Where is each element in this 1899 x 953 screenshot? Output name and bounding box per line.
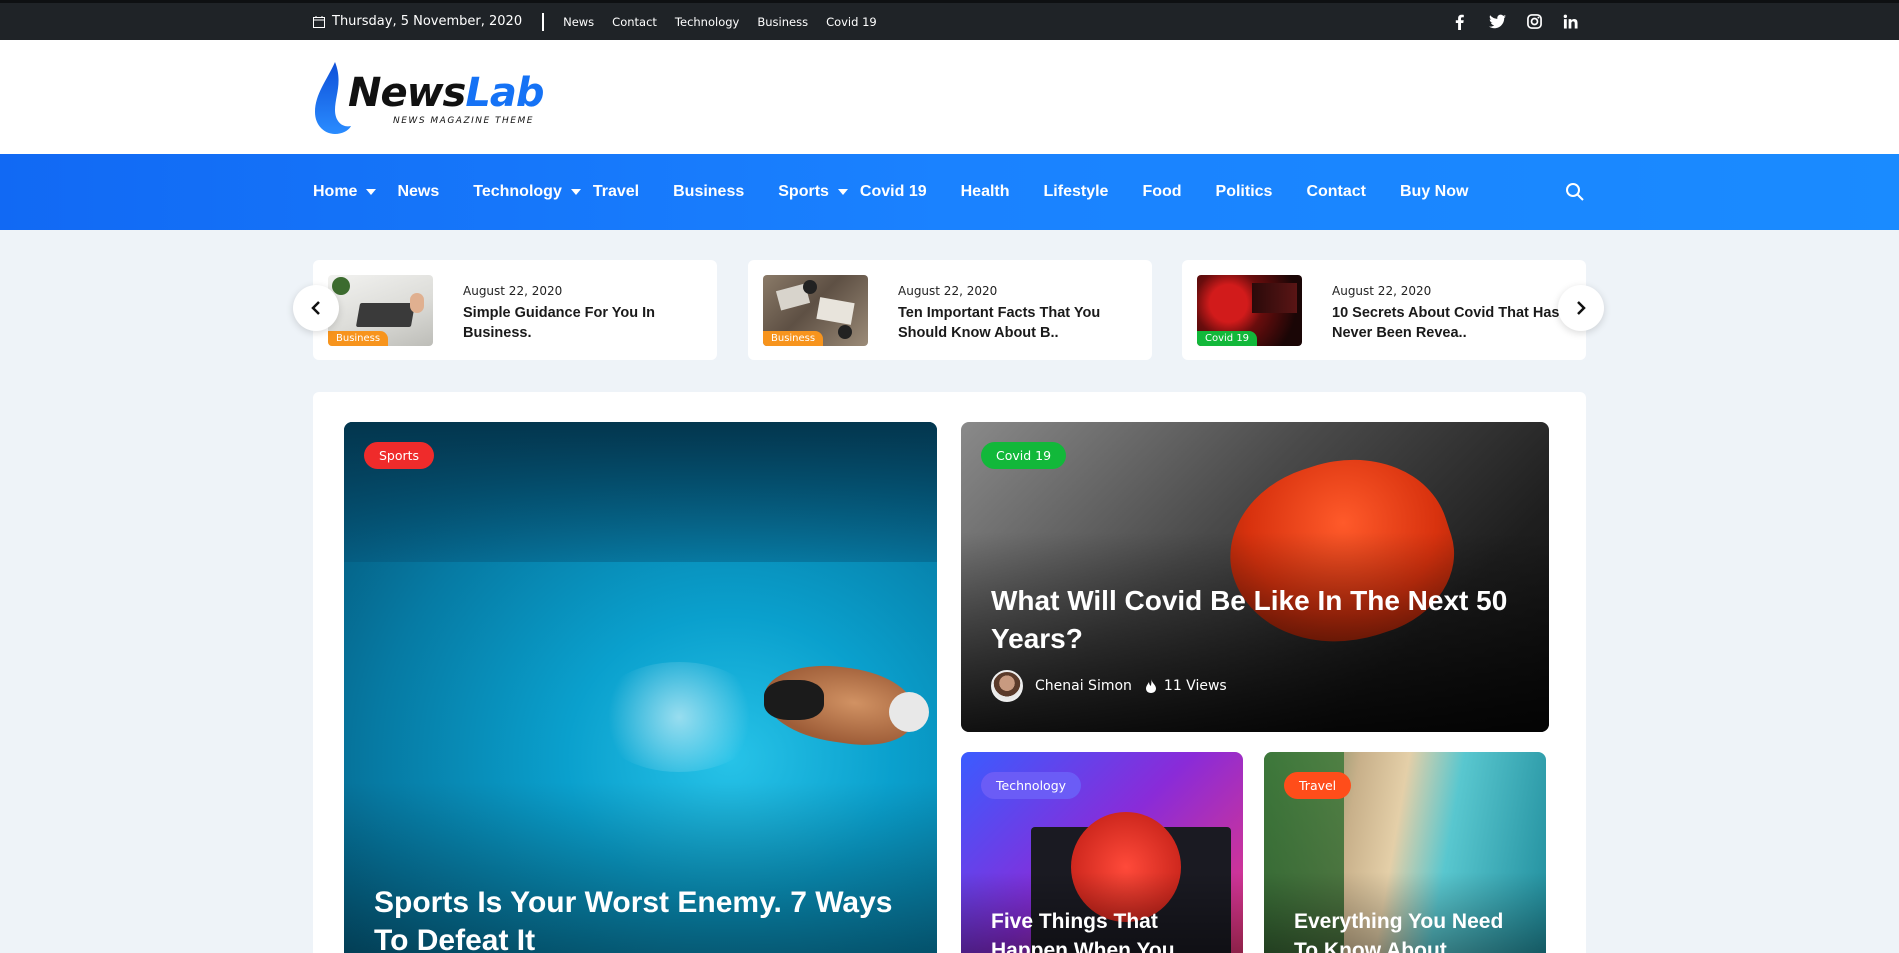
featured-post-top[interactable]: Covid 19 What Will Covid Be Like In The … bbox=[961, 422, 1549, 732]
twitter-icon[interactable] bbox=[1489, 14, 1506, 30]
chevron-right-icon bbox=[1577, 301, 1586, 315]
flame-icon bbox=[1145, 679, 1156, 693]
nav-item-travel[interactable]: Travel bbox=[593, 183, 639, 201]
card-thumbnail: Business bbox=[328, 275, 433, 346]
category-pill[interactable]: Covid 19 bbox=[981, 442, 1067, 469]
nav-item-news[interactable]: News bbox=[397, 183, 439, 201]
nav-item-business[interactable]: Business bbox=[673, 183, 744, 201]
category-pill[interactable]: Technology bbox=[981, 772, 1082, 799]
category-badge[interactable]: Business bbox=[763, 331, 824, 346]
nav-item-buy-now[interactable]: Buy Now bbox=[1400, 183, 1468, 201]
top-link-contact[interactable]: Contact bbox=[612, 15, 657, 29]
featured-title[interactable]: Sports Is Your Worst Enemy. 7 Ways To Def… bbox=[374, 884, 892, 953]
calendar-icon bbox=[313, 15, 325, 28]
top-link-covid[interactable]: Covid 19 bbox=[826, 15, 877, 29]
category-pill[interactable]: Travel bbox=[1284, 772, 1352, 799]
current-date: Thursday, 5 November, 2020 bbox=[313, 14, 522, 29]
linkedin-icon[interactable] bbox=[1563, 14, 1578, 29]
nav-item-covid[interactable]: Covid 19 bbox=[860, 183, 927, 201]
card-date: August 22, 2020 bbox=[463, 284, 563, 298]
slider-prev-button[interactable] bbox=[293, 285, 339, 331]
chevron-down-icon bbox=[570, 189, 581, 195]
site-logo[interactable]: NewsLab NEWS MAGAZINE THEME bbox=[313, 58, 545, 138]
search-icon[interactable] bbox=[1565, 182, 1585, 202]
social-links bbox=[1452, 14, 1578, 30]
view-count: 11 Views bbox=[1163, 678, 1227, 694]
avatar bbox=[991, 670, 1023, 702]
logo-wordmark: NewsLab bbox=[348, 70, 545, 116]
nav-item-sports[interactable]: Sports bbox=[778, 183, 848, 201]
card-thumbnail: Covid 19 bbox=[1197, 275, 1302, 346]
category-badge[interactable]: Covid 19 bbox=[1197, 331, 1258, 346]
card-title[interactable]: 10 Secrets About Covid That Has Never Bee… bbox=[1332, 303, 1577, 343]
card-title[interactable]: Simple Guidance For You In Business. bbox=[463, 303, 708, 343]
featured-post-large[interactable]: Sports Sports Is Your Worst Enemy. 7 Way… bbox=[344, 422, 937, 953]
featured-post-small[interactable]: Travel Everything You Need To Know About bbox=[1264, 752, 1546, 953]
water-shade bbox=[344, 422, 937, 562]
facebook-icon[interactable] bbox=[1452, 14, 1468, 30]
swim-cap-shape bbox=[889, 692, 929, 732]
date-text: Thursday, 5 November, 2020 bbox=[332, 14, 523, 29]
card-date: August 22, 2020 bbox=[898, 284, 998, 298]
top-link-news[interactable]: News bbox=[563, 15, 594, 29]
site-header: NewsLab NEWS MAGAZINE THEME bbox=[0, 40, 1899, 154]
slider-card[interactable]: Business August 22, 2020 Ten Important F… bbox=[748, 260, 1152, 360]
divider bbox=[542, 12, 545, 31]
main-nav: Home News Technology Travel Business Spo… bbox=[0, 154, 1899, 230]
post-meta: Chenai Simon 11 Views bbox=[991, 670, 1227, 702]
nav-item-politics[interactable]: Politics bbox=[1216, 183, 1273, 201]
top-link-business[interactable]: Business bbox=[757, 15, 808, 29]
slider-card[interactable]: Business August 22, 2020 Simple Guidance… bbox=[313, 260, 717, 360]
category-pill[interactable]: Sports bbox=[364, 442, 435, 469]
card-thumbnail: Business bbox=[763, 275, 868, 346]
nav-item-technology[interactable]: Technology bbox=[473, 183, 581, 201]
nav-item-health[interactable]: Health bbox=[961, 183, 1010, 201]
featured-post-small[interactable]: Technology Five Things That Happen When Y… bbox=[961, 752, 1243, 953]
nav-item-contact[interactable]: Contact bbox=[1306, 183, 1366, 201]
top-link-technology[interactable]: Technology bbox=[675, 15, 739, 29]
chevron-down-icon bbox=[837, 189, 848, 195]
top-bar: Thursday, 5 November, 2020 News Contact … bbox=[0, 0, 1899, 40]
logo-tagline: NEWS MAGAZINE THEME bbox=[393, 116, 534, 126]
author-name[interactable]: Chenai Simon bbox=[1035, 678, 1132, 694]
featured-title[interactable]: Five Things That Happen When You bbox=[991, 907, 1175, 953]
featured-title[interactable]: What Will Covid Be Like In The Next 50 Ye… bbox=[991, 582, 1507, 658]
logo-drop-icon bbox=[315, 62, 351, 134]
chevron-left-icon bbox=[311, 301, 320, 315]
card-title[interactable]: Ten Important Facts That You Should Know … bbox=[898, 303, 1143, 343]
instagram-icon[interactable] bbox=[1527, 14, 1542, 29]
nav-item-food[interactable]: Food bbox=[1142, 183, 1181, 201]
nav-item-home[interactable]: Home bbox=[313, 183, 377, 201]
slider-next-button[interactable] bbox=[1558, 285, 1604, 331]
card-date: August 22, 2020 bbox=[1332, 284, 1432, 298]
nav-item-lifestyle[interactable]: Lifestyle bbox=[1044, 183, 1109, 201]
featured-title[interactable]: Everything You Need To Know About bbox=[1294, 907, 1503, 953]
splash-shape bbox=[594, 662, 764, 772]
chevron-down-icon bbox=[366, 189, 377, 195]
slider-card[interactable]: Covid 19 August 22, 2020 10 Secrets Abou… bbox=[1182, 260, 1586, 360]
swimsuit-shape bbox=[764, 680, 824, 720]
category-badge[interactable]: Business bbox=[328, 331, 389, 346]
top-links: News Contact Technology Business Covid 1… bbox=[563, 15, 895, 29]
